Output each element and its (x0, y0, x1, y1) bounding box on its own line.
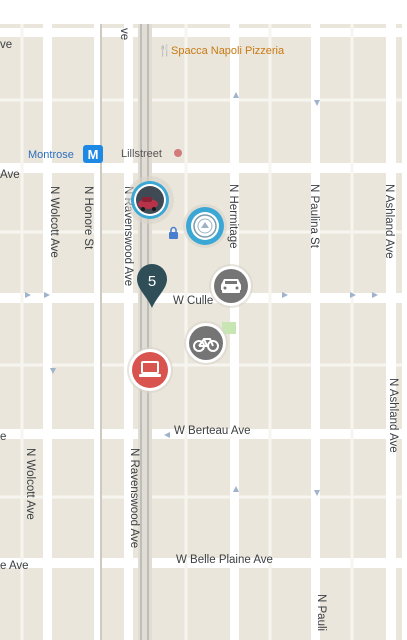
street-label-ravenswood-top-fragment: ve (118, 28, 130, 40)
street-label-ave-small-left: e (0, 431, 6, 443)
street-label-berteau: W Berteau Ave (174, 425, 251, 437)
street-label-ashland-bottom: N Ashland Ave (387, 378, 399, 453)
bike-marker[interactable] (184, 321, 228, 365)
street-label-honore: N Honore St (82, 186, 94, 250)
street-label-paulina-top: N Paulina St (308, 184, 320, 249)
photo-marker[interactable] (126, 176, 174, 224)
metro-icon-letter: M (88, 147, 99, 162)
street-label-paulina-bottom: N Pauli (315, 594, 327, 631)
restaurant-icon: 🍴 (158, 44, 172, 57)
car-marker[interactable] (209, 264, 253, 308)
street-label-ravenswood-bottom: N Ravenswood Ave (128, 448, 140, 548)
street-label-ave-top-left: ve (0, 39, 12, 51)
map-canvas[interactable]: ve Ave e e Ave ve N Wolcott Ave N Wolcot… (0, 0, 407, 640)
poi-label-pizzeria: Spacca Napoli Pizzeria (171, 45, 285, 57)
cluster-count-label: 5 (148, 273, 156, 290)
street-label-cullom: W Culle (173, 295, 213, 307)
map-top-edge (0, 0, 407, 24)
poi-label-montrose: Montrose (28, 149, 74, 161)
street-label-wolcott-top: N Wolcott Ave (48, 186, 60, 258)
street-label-ave-bottom-left: e Ave (0, 560, 29, 572)
poi-pizzeria[interactable]: 🍴 Spacca Napoli Pizzeria (158, 44, 285, 57)
poi-label-lillstreet: Lillstreet (121, 148, 162, 160)
street-label-hermitage: N Hermitage (227, 184, 239, 249)
badge-marker[interactable] (183, 204, 227, 248)
art-icon (174, 149, 182, 157)
map-right-edge (402, 0, 407, 640)
street-label-belle-plaine: W Belle Plaine Ave (176, 554, 273, 566)
street-label-ave-mid-left: Ave (0, 169, 20, 181)
map-land (0, 0, 407, 640)
street-label-ashland-top: N Ashland Ave (383, 184, 395, 259)
laptop-marker[interactable] (127, 347, 173, 393)
street-label-wolcott-bottom: N Wolcott Ave (24, 448, 36, 520)
